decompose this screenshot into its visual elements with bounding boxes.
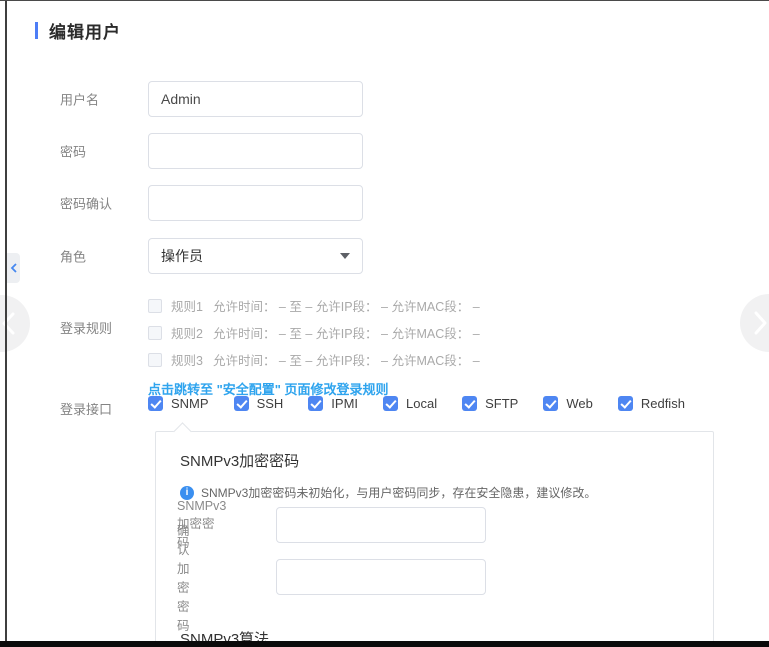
rule3-detail: 允许时间： – 至 – 允许IP段： – 允许MAC段： – — [213, 350, 480, 369]
login-rules-label: 登录规则 — [60, 318, 112, 337]
rule3-name: 规则3 — [171, 350, 203, 369]
sidebar-collapse-tab[interactable] — [7, 253, 20, 283]
interface-item-ipmi[interactable]: IPMI — [308, 396, 358, 411]
chevron-right-icon — [740, 294, 769, 352]
interface-item-sftp[interactable]: SFTP — [462, 396, 518, 411]
local-checkbox-label: Local — [406, 396, 437, 411]
role-label: 角色 — [60, 247, 86, 266]
interface-item-snmp[interactable]: SNMP — [148, 396, 209, 411]
web-checkbox[interactable] — [543, 396, 558, 411]
snmpv3-password-input[interactable] — [276, 507, 486, 543]
title-accent-bar — [35, 22, 38, 39]
password-input[interactable] — [148, 133, 363, 169]
snmpv3-confirm-label: 确认加密密码 — [177, 520, 190, 634]
chevron-down-icon — [340, 253, 350, 259]
login-rule-row: 规则3 允许时间： – 至 – 允许IP段： – 允许MAC段： – — [148, 346, 480, 373]
sftp-checkbox-label: SFTP — [485, 396, 518, 411]
interface-item-web[interactable]: Web — [543, 396, 593, 411]
rule1-checkbox[interactable] — [148, 299, 162, 313]
snmpv3-panel-title: SNMPv3加密密码 — [180, 450, 299, 471]
snmpv3-info-row: SNMPv3加密密码未初始化，与用户密码同步，存在安全隐患，建议修改。 — [180, 484, 596, 501]
window-bottom-bar — [0, 641, 769, 647]
ipmi-checkbox[interactable] — [308, 396, 323, 411]
login-interfaces-group: SNMP SSH IPMI Local SFTP Web Redfish — [148, 396, 685, 411]
redfish-checkbox-label: Redfish — [641, 396, 685, 411]
sftp-checkbox[interactable] — [462, 396, 477, 411]
password-confirm-label: 密码确认 — [60, 194, 112, 213]
interface-item-ssh[interactable]: SSH — [234, 396, 284, 411]
page-title-text: 编辑用户 — [49, 18, 121, 43]
rule3-checkbox[interactable] — [148, 353, 162, 367]
snmp-checkbox-label: SNMP — [171, 396, 209, 411]
login-rules-group: 规则1 允许时间： – 至 – 允许IP段： – 允许MAC段： – 规则2 允… — [148, 292, 480, 399]
interface-item-local[interactable]: Local — [383, 396, 437, 411]
info-icon — [180, 486, 194, 500]
carousel-next-button[interactable] — [740, 294, 769, 352]
snmp-checkbox[interactable] — [148, 396, 163, 411]
form-row-password: 密码 — [0, 133, 769, 169]
ssh-checkbox[interactable] — [234, 396, 249, 411]
edit-user-page: 编辑用户 用户名 密码 密码确认 角色 操作员 登录规则 规则1 允许时间： –… — [0, 0, 769, 647]
rule1-detail: 允许时间： – 至 – 允许IP段： – 允许MAC段： – — [213, 296, 480, 315]
ssh-checkbox-label: SSH — [257, 396, 284, 411]
local-checkbox[interactable] — [383, 396, 398, 411]
login-rule-row: 规则2 允许时间： – 至 – 允许IP段： – 允许MAC段： – — [148, 319, 480, 346]
username-input[interactable] — [148, 81, 363, 117]
page-title: 编辑用户 — [35, 18, 121, 43]
rule2-name: 规则2 — [171, 323, 203, 342]
form-row-password-confirm: 密码确认 — [0, 185, 769, 221]
password-label: 密码 — [60, 142, 86, 161]
username-label: 用户名 — [60, 90, 99, 109]
snmpv3-panel: SNMPv3加密密码 SNMPv3加密密码未初始化，与用户密码同步，存在安全隐患… — [155, 431, 714, 647]
interface-item-redfish[interactable]: Redfish — [618, 396, 685, 411]
ipmi-checkbox-label: IPMI — [331, 396, 358, 411]
login-rule-row: 规则1 允许时间： – 至 – 允许IP段： – 允许MAC段： – — [148, 292, 480, 319]
snmpv3-info-text: SNMPv3加密密码未初始化，与用户密码同步，存在安全隐患，建议修改。 — [201, 484, 596, 501]
password-confirm-input[interactable] — [148, 185, 363, 221]
snmpv3-confirm-input[interactable] — [276, 559, 486, 595]
rule2-checkbox[interactable] — [148, 326, 162, 340]
role-select[interactable]: 操作员 — [148, 238, 363, 274]
redfish-checkbox[interactable] — [618, 396, 633, 411]
window-left-border — [5, 1, 7, 647]
role-select-value: 操作员 — [161, 246, 203, 266]
rule1-name: 规则1 — [171, 296, 203, 315]
rule2-detail: 允许时间： – 至 – 允许IP段： – 允许MAC段： – — [213, 323, 480, 342]
chevron-left-icon — [10, 262, 18, 274]
form-row-role: 角色 操作员 — [0, 238, 769, 274]
login-interfaces-label: 登录接口 — [60, 399, 112, 418]
form-row-username: 用户名 — [0, 81, 769, 117]
panel-caret — [173, 422, 191, 440]
web-checkbox-label: Web — [566, 396, 593, 411]
